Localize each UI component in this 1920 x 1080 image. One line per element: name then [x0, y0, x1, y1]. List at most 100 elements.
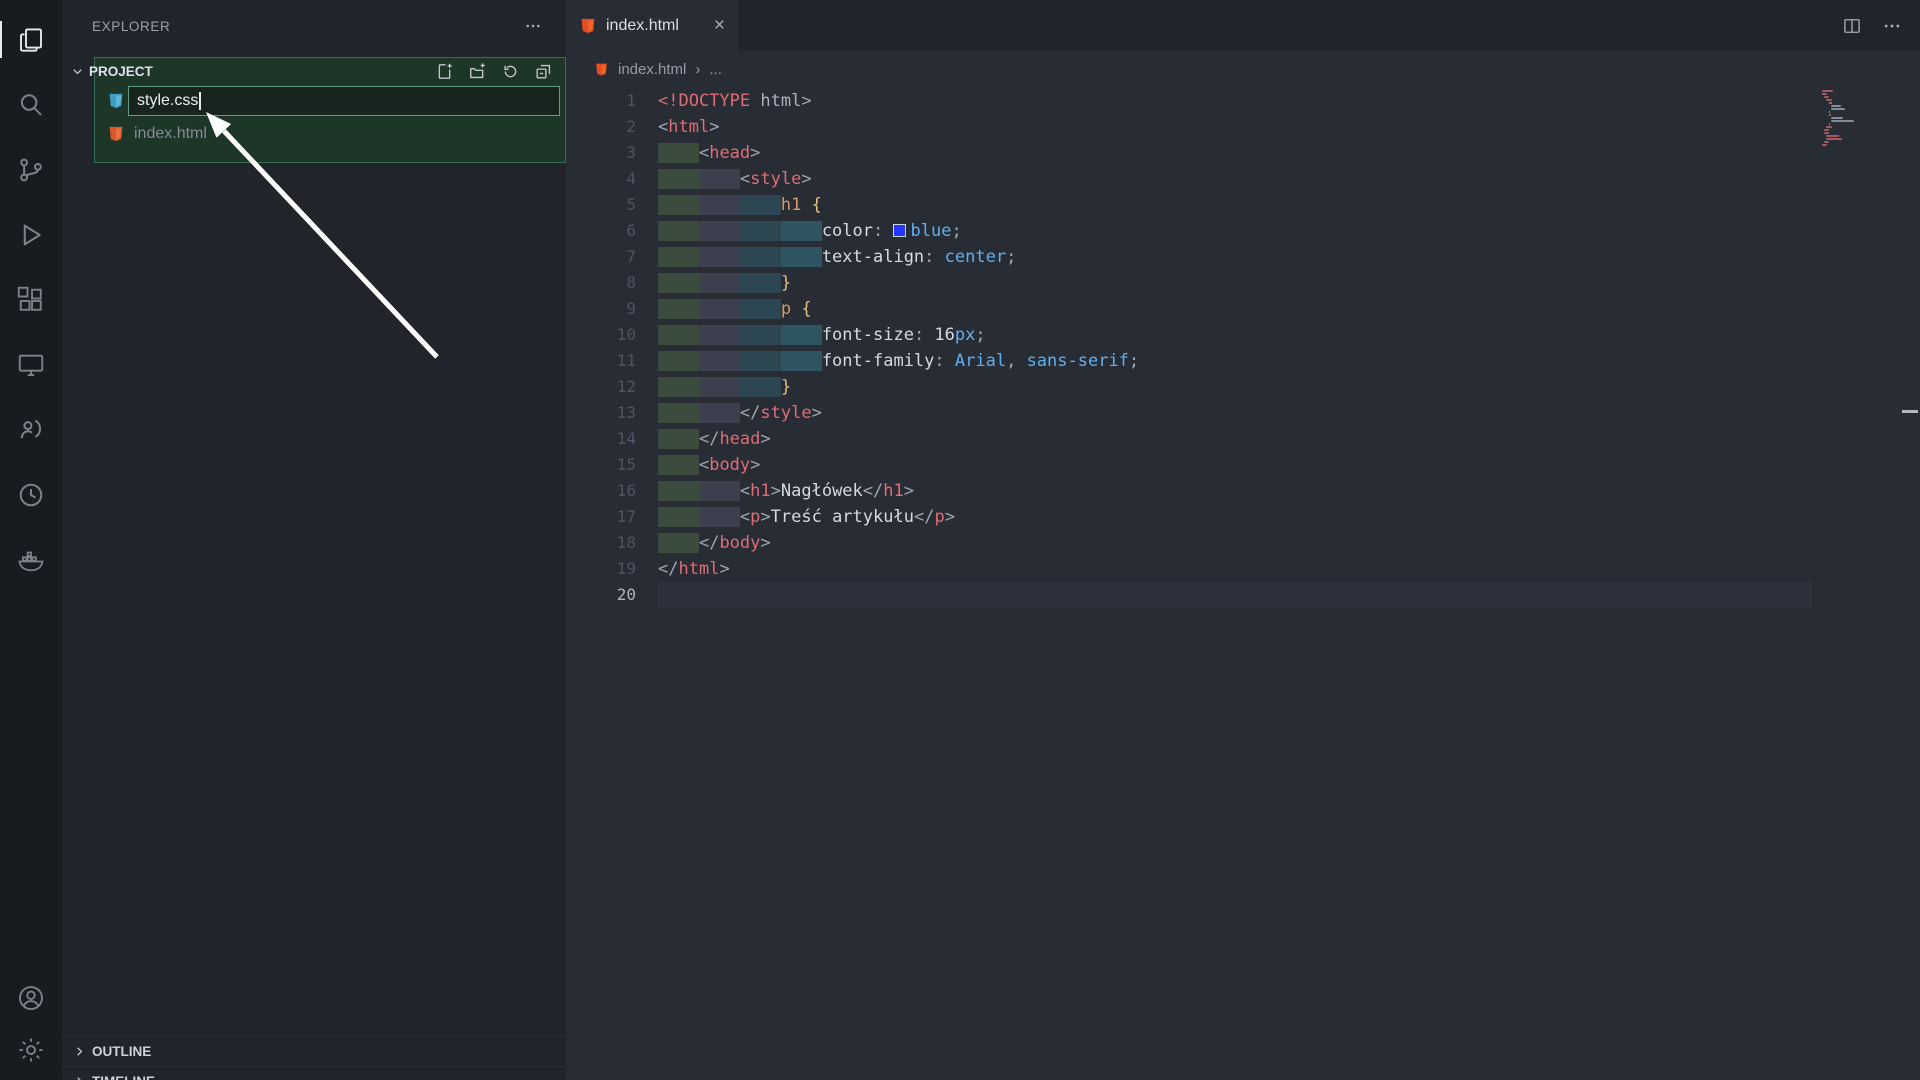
line-number: 17	[566, 504, 658, 530]
code-editor[interactable]: 1<!DOCTYPE html>2<html>3 <head>4 <style>…	[566, 88, 1920, 1080]
tab-index-html[interactable]: index.html ×	[566, 0, 738, 51]
new-file-name-input[interactable]: style.css	[128, 86, 560, 116]
explorer-sidebar: EXPLORER PROJECT	[62, 0, 566, 1080]
source-control-icon[interactable]	[0, 137, 62, 202]
text-caret	[199, 92, 201, 110]
live-share-icon[interactable]	[0, 397, 62, 462]
breadcrumb-ellipsis[interactable]: ...	[709, 61, 722, 78]
editor-actions	[1842, 0, 1920, 51]
search-icon[interactable]	[0, 72, 62, 137]
remote-explorer-icon[interactable]	[0, 332, 62, 397]
explorer-more-actions-icon[interactable]	[524, 17, 542, 35]
code-line[interactable]: 11 font-family: Arial, sans-serif;	[566, 348, 1920, 374]
code-line[interactable]: 4 <style>	[566, 166, 1920, 192]
html-file-icon	[579, 17, 597, 35]
new-file-row: style.css	[62, 86, 566, 117]
code-line[interactable]: 10 font-size: 16px;	[566, 322, 1920, 348]
history-clock-icon[interactable]	[0, 462, 62, 527]
line-number: 14	[566, 426, 658, 452]
line-number: 3	[566, 140, 658, 166]
line-number: 8	[566, 270, 658, 296]
extensions-icon[interactable]	[0, 267, 62, 332]
file-item-index-html[interactable]: index.html	[62, 120, 566, 147]
code-line[interactable]: 2<html>	[566, 114, 1920, 140]
explorer-title: EXPLORER	[92, 19, 170, 34]
code-line[interactable]: 17 <p>Treść artykułu</p>	[566, 504, 1920, 530]
html-file-icon	[594, 62, 609, 77]
refresh-icon[interactable]	[501, 62, 520, 81]
html-file-icon	[107, 125, 125, 143]
overview-ruler-mark	[1902, 410, 1918, 413]
code-line[interactable]: 15 <body>	[566, 452, 1920, 478]
timeline-label: TIMELINE	[92, 1074, 155, 1080]
code-line[interactable]: 18 </body>	[566, 530, 1920, 556]
color-swatch[interactable]	[893, 224, 906, 237]
code-line[interactable]: 3 <head>	[566, 140, 1920, 166]
line-number: 12	[566, 374, 658, 400]
close-tab-icon[interactable]: ×	[714, 16, 725, 35]
outline-label: OUTLINE	[92, 1044, 151, 1059]
line-number: 9	[566, 296, 658, 322]
code-line[interactable]: 1<!DOCTYPE html>	[566, 88, 1920, 114]
line-number: 18	[566, 530, 658, 556]
line-number: 4	[566, 166, 658, 192]
code-line[interactable]: 7 text-align: center;	[566, 244, 1920, 270]
activity-bar	[0, 0, 62, 1080]
code-line[interactable]: 14 </head>	[566, 426, 1920, 452]
code-line[interactable]: 12 }	[566, 374, 1920, 400]
project-label: PROJECT	[89, 64, 153, 79]
line-number: 16	[566, 478, 658, 504]
line-number: 11	[566, 348, 658, 374]
breadcrumb-file[interactable]: index.html	[618, 61, 686, 78]
line-number: 10	[566, 322, 658, 348]
line-number: 13	[566, 400, 658, 426]
new-folder-icon[interactable]	[468, 62, 487, 81]
code-line[interactable]: 6 color: blue;	[566, 218, 1920, 244]
account-icon[interactable]	[0, 972, 62, 1024]
line-number: 7	[566, 244, 658, 270]
chevron-right-icon	[72, 1074, 87, 1080]
tab-label: index.html	[606, 17, 679, 35]
code-line[interactable]: 5 h1 {	[566, 192, 1920, 218]
file-label: index.html	[134, 125, 207, 143]
code-lines: 1<!DOCTYPE html>2<html>3 <head>4 <style>…	[566, 88, 1920, 608]
sidebar-title-row: EXPLORER	[62, 0, 566, 52]
current-line-highlight	[658, 582, 1812, 608]
code-line[interactable]: 20	[566, 582, 1920, 608]
settings-gear-icon[interactable]	[0, 1024, 62, 1076]
code-line[interactable]: 19</html>	[566, 556, 1920, 582]
code-line[interactable]: 8 }	[566, 270, 1920, 296]
activity-bar-bottom	[0, 972, 62, 1076]
chevron-right-icon	[72, 1044, 87, 1059]
line-number: 6	[566, 218, 658, 244]
code-line[interactable]: 13 </style>	[566, 400, 1920, 426]
line-number: 2	[566, 114, 658, 140]
run-debug-icon[interactable]	[0, 202, 62, 267]
line-number: 19	[566, 556, 658, 582]
split-editor-icon[interactable]	[1842, 16, 1862, 36]
outline-section[interactable]: OUTLINE	[62, 1036, 566, 1066]
collapse-all-icon[interactable]	[534, 62, 553, 81]
breadcrumb-separator: ›	[695, 61, 700, 78]
new-file-name-text: style.css	[137, 92, 198, 110]
tab-bar: index.html ×	[566, 0, 1920, 51]
line-number: 5	[566, 192, 658, 218]
line-number: 20	[566, 582, 658, 608]
line-number: 1	[566, 88, 658, 114]
project-section-header[interactable]: PROJECT	[62, 58, 566, 84]
docker-icon[interactable]	[0, 527, 62, 592]
editor-area: index.html × index.html › ... 1<!DOCTYPE…	[566, 0, 1920, 1080]
explorer-icon[interactable]	[0, 7, 62, 72]
more-actions-icon[interactable]	[1882, 16, 1902, 36]
vscode-window: EXPLORER PROJECT	[0, 0, 1920, 1080]
css-file-icon	[107, 92, 125, 110]
project-actions	[435, 62, 566, 81]
new-file-icon[interactable]	[435, 62, 454, 81]
timeline-section[interactable]: TIMELINE	[62, 1066, 566, 1080]
code-line[interactable]: 9 p {	[566, 296, 1920, 322]
code-line[interactable]: 16 <h1>Nagłówek</h1>	[566, 478, 1920, 504]
chevron-down-icon	[70, 64, 85, 79]
line-number: 15	[566, 452, 658, 478]
minimap[interactable]	[1822, 90, 1856, 150]
breadcrumbs[interactable]: index.html › ...	[566, 51, 1920, 88]
